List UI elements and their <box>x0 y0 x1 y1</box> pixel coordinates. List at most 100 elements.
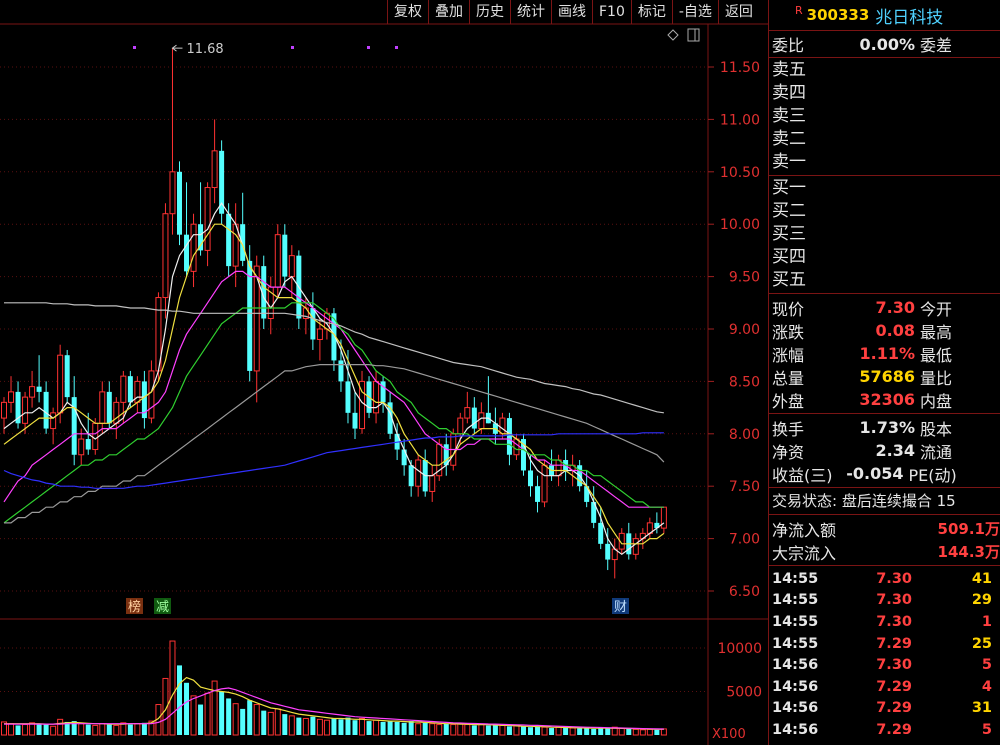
stat-row: 涨跌 0.08 最高 <box>769 319 1000 342</box>
ma-line-yellow <box>3 223 665 545</box>
volume-bar <box>520 726 526 735</box>
overlay-button[interactable]: 叠加 <box>428 0 469 24</box>
candle-body <box>401 449 407 466</box>
tick-volume: 5 <box>981 657 992 674</box>
stat-row: 总量 57686 量比 <box>769 365 1000 388</box>
candle-body <box>457 417 464 435</box>
volume-bar <box>618 727 625 736</box>
block-inflow-label: 大宗流入 <box>772 543 837 563</box>
stat-label: 净资 <box>772 442 805 462</box>
event-tag-jian: 减 <box>156 600 169 615</box>
quote-panel: R 300333 兆日科技 委比 0.00% 委差 卖五 卖四 卖三 卖二 卖一… <box>768 0 1000 745</box>
statistics-button[interactable]: 统计 <box>510 0 551 24</box>
candle-body <box>64 355 70 398</box>
candle-body <box>106 391 112 424</box>
candle-body <box>506 418 512 455</box>
volume-bar <box>338 719 344 735</box>
candle-body <box>464 407 471 419</box>
candle-body <box>415 459 422 487</box>
candle-body <box>204 187 211 251</box>
fuquan-button[interactable]: 复权 <box>387 0 428 24</box>
tick-volume: 1 <box>981 613 992 630</box>
weibi-label: 委比 <box>772 36 805 55</box>
sell1-label: 卖一 <box>772 152 806 172</box>
volume-bar <box>113 724 120 736</box>
volume-bar <box>282 714 288 735</box>
volume-bar <box>591 728 597 735</box>
stat-row: 收益(三) -0.054 PE(动) <box>769 462 1000 485</box>
weibi-value: 0.00% <box>859 34 915 54</box>
stat-label: 涨幅 <box>772 345 805 365</box>
price-tick-label: 7.50 <box>729 479 760 495</box>
draw-line-button[interactable]: 画线 <box>551 0 592 24</box>
f10-button[interactable]: F10 <box>592 0 631 24</box>
candle-body <box>352 412 358 429</box>
remove-watchlist-button[interactable]: -自选 <box>671 0 718 24</box>
stock-name[interactable]: 兆日科技 <box>875 3 943 28</box>
volume-bar <box>626 728 632 735</box>
sell-orders: 卖五 卖四 卖三 卖二 卖一 <box>769 58 1000 176</box>
tick-row: 14:55 7.29 25 <box>769 633 1000 655</box>
tick-list[interactable]: 14:55 7.30 41 14:55 7.30 29 14:55 7.30 1 14:55 7.2… <box>769 566 1000 745</box>
candle-body <box>50 412 57 430</box>
tick-row: 14:567.3050 <box>769 741 1000 745</box>
tick-time: 14:56 <box>772 657 819 674</box>
volume-bar <box>646 728 653 736</box>
trade-status: 交易状态: 盘后连续撮合 15 <box>769 488 1000 515</box>
mark-button[interactable]: 标记 <box>630 0 672 24</box>
tick-volume: 4 <box>981 678 992 695</box>
candle-body <box>535 486 541 502</box>
volume-bar <box>359 717 366 736</box>
tick-row: 14:56 7.29 31 <box>769 698 1000 720</box>
kline-chart-area[interactable]: 11.50 11.00 10.50 10.00 9.50 9.00 8.50 8.00 7.50… <box>0 0 768 745</box>
tick-time: 14:56 <box>772 721 819 738</box>
stat-label-right: 最高 <box>920 322 953 342</box>
volume-bar <box>127 724 133 735</box>
volume-bar <box>219 691 225 735</box>
volume-bar <box>492 724 498 735</box>
volume-bar <box>92 724 99 736</box>
volume-bar <box>415 723 422 736</box>
price-tick-label: 9.00 <box>729 322 760 338</box>
stat-label: 涨跌 <box>772 322 805 342</box>
volume-bar <box>198 704 204 735</box>
candle-body <box>598 522 604 544</box>
ma-line-white <box>3 202 665 556</box>
tick-time: 14:55 <box>772 635 819 652</box>
candle-body <box>134 380 141 403</box>
volume-bar <box>99 723 106 736</box>
volume-bar <box>569 727 576 736</box>
panel-toggle-icon <box>687 28 700 42</box>
stock-header: R 300333 兆日科技 <box>769 0 1000 31</box>
volume-bar <box>535 726 541 735</box>
volume-bar <box>499 724 506 736</box>
back-button[interactable]: 返回 <box>717 0 759 24</box>
tick-row: 14:56 7.29 4 <box>769 676 1000 698</box>
volume-bar <box>169 640 176 736</box>
price-tick-label: 8.00 <box>729 427 760 443</box>
volume-bar <box>541 726 548 736</box>
candle-body <box>528 470 533 487</box>
stat-value: 1.11% <box>859 344 915 363</box>
buy5-label: 买五 <box>772 270 806 290</box>
volume-bar <box>471 725 477 735</box>
tick-price: 7.29 <box>876 635 912 652</box>
volume-bar <box>598 728 604 735</box>
stat-value: -0.054 <box>846 464 904 483</box>
stock-code[interactable]: 300333 <box>807 6 870 24</box>
volume-bar <box>247 700 253 735</box>
history-button[interactable]: 历史 <box>469 0 510 24</box>
tick-price: 7.30 <box>876 570 912 587</box>
candle-body <box>169 171 176 215</box>
stat-value: 57686 <box>859 367 915 386</box>
candle-body <box>632 538 639 555</box>
kline-chart-svg[interactable]: 11.50 11.00 10.50 10.00 9.50 9.00 8.50 8.00 7.50… <box>0 0 768 745</box>
candle-body <box>57 354 64 414</box>
candle-body <box>605 543 611 560</box>
tick-row: 14:56 7.29 5 <box>769 719 1000 741</box>
buy2-label: 买二 <box>772 201 806 221</box>
stat-row: 现价 7.30 今开 <box>769 296 1000 319</box>
ma-line-purple <box>3 270 664 508</box>
volume-bar <box>85 724 91 735</box>
chart-toolbar: 复权 叠加 历史 统计 画线 F10 标记 -自选 返回 <box>387 0 759 24</box>
